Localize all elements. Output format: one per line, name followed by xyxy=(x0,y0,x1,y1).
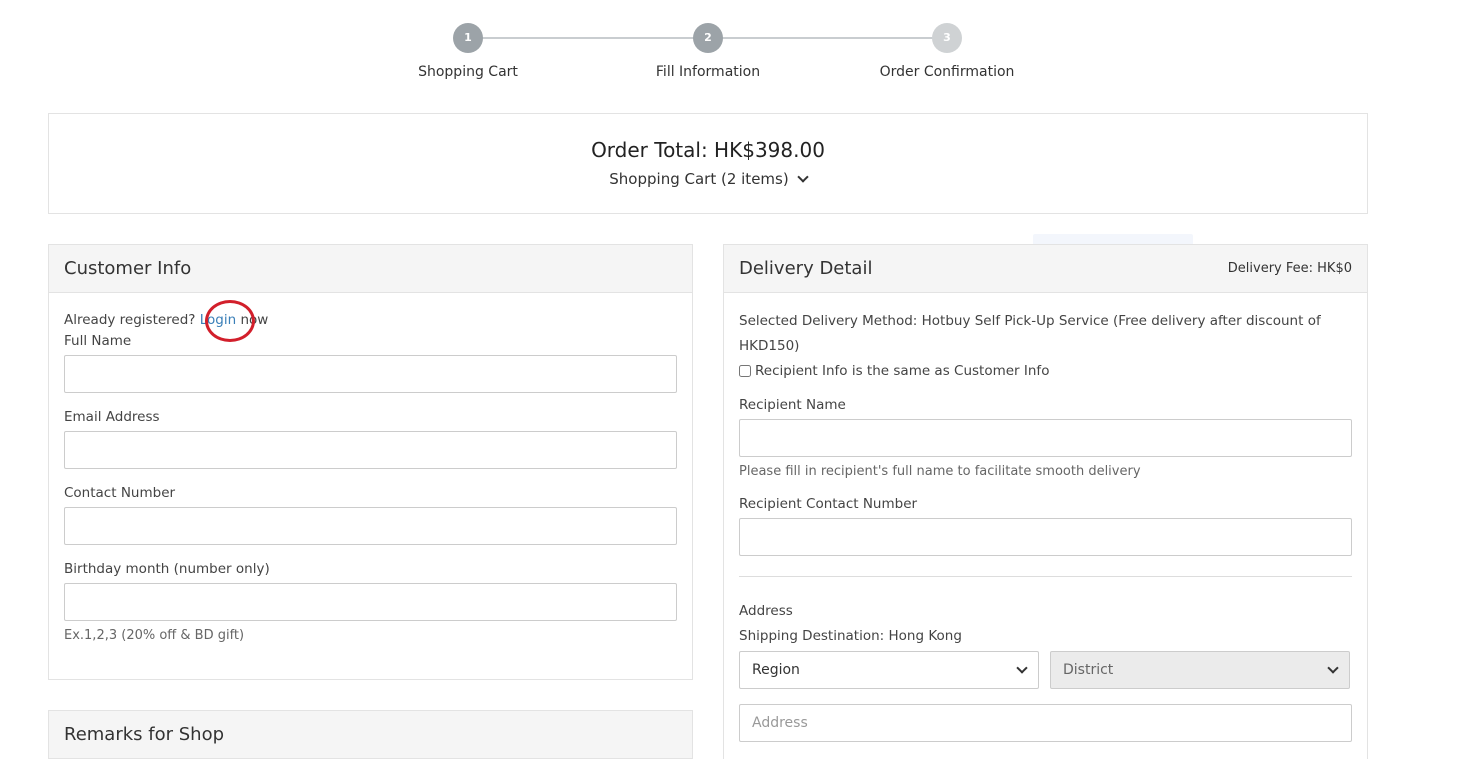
order-total: Order Total: HK$398.00 xyxy=(591,138,825,162)
same-as-customer-row: Recipient Info is the same as Customer I… xyxy=(739,359,1352,383)
birthday-hint: Ex.1,2,3 (20% off & BD gift) xyxy=(64,628,245,643)
contact-number-input[interactable] xyxy=(64,507,677,545)
step-2-label: Fill Information xyxy=(655,64,761,80)
address-input[interactable] xyxy=(739,704,1352,742)
birthday-month-label: Birthday month (number only) xyxy=(64,561,270,577)
remarks-header: Remarks for Shop xyxy=(49,711,692,759)
remarks-panel: Remarks for Shop xyxy=(48,710,693,759)
remarks-title: Remarks for Shop xyxy=(64,724,225,745)
delivery-detail-title: Delivery Detail xyxy=(739,258,873,279)
customer-info-header: Customer Info xyxy=(49,245,692,293)
region-district-row: Region District xyxy=(739,651,1352,689)
step-connector xyxy=(708,37,948,39)
recipient-contact-input[interactable] xyxy=(739,518,1352,556)
step-1-circle: 1 xyxy=(453,23,483,53)
login-link[interactable]: Login xyxy=(200,312,236,328)
same-as-customer-checkbox[interactable] xyxy=(739,365,751,377)
region-select[interactable]: Region xyxy=(739,651,1039,689)
section-divider xyxy=(739,576,1352,577)
step-3-label: Order Confirmation xyxy=(879,64,1015,80)
region-select-value: Region xyxy=(752,662,800,678)
delivery-detail-header: Delivery Detail Delivery Fee: HK$0 xyxy=(724,245,1367,293)
shopping-cart-toggle[interactable]: Shopping Cart (2 items) xyxy=(609,170,809,188)
full-name-label: Full Name xyxy=(64,333,132,349)
delivery-method: Selected Delivery Method: Hotbuy Self Pi… xyxy=(739,313,1321,354)
address-label: Address xyxy=(739,603,793,619)
step-2-circle: 2 xyxy=(693,23,723,53)
already-registered-text: Already registered? xyxy=(64,312,200,328)
email-label: Email Address xyxy=(64,409,160,425)
delivery-detail-panel: Delivery Detail Delivery Fee: HK$0 Selec… xyxy=(723,244,1368,759)
login-prompt: Already registered? Login now xyxy=(64,300,677,342)
order-summary: Order Total: HK$398.00 Shopping Cart (2 … xyxy=(48,113,1368,214)
chevron-down-icon xyxy=(1327,661,1339,674)
contact-number-label: Contact Number xyxy=(64,485,176,501)
checkout-stepper: 1 Shopping Cart 2 Fill Information 3 Ord… xyxy=(0,0,1462,100)
same-as-customer-label: Recipient Info is the same as Customer I… xyxy=(755,363,1050,379)
step-connector xyxy=(468,37,708,39)
step-1-label: Shopping Cart xyxy=(418,64,518,80)
recipient-name-input[interactable] xyxy=(739,419,1352,457)
shopping-cart-toggle-label: Shopping Cart (2 items) xyxy=(609,170,789,188)
now-text: now xyxy=(236,312,269,328)
district-select-value: District xyxy=(1063,662,1114,678)
recipient-contact-label: Recipient Contact Number xyxy=(739,496,918,512)
delivery-fee: Delivery Fee: HK$0 xyxy=(1227,261,1352,276)
customer-info-title: Customer Info xyxy=(64,258,192,279)
shipping-destination: Shipping Destination: Hong Kong xyxy=(739,628,962,644)
step-3-circle: 3 xyxy=(932,23,962,53)
chevron-down-icon xyxy=(797,170,809,183)
full-name-input[interactable] xyxy=(64,355,677,393)
customer-info-panel: Customer Info Already registered? Login … xyxy=(48,244,693,680)
district-select[interactable]: District xyxy=(1050,651,1350,689)
recipient-name-hint: Please fill in recipient's full name to … xyxy=(739,464,1141,479)
birthday-month-input[interactable] xyxy=(64,583,677,621)
email-input[interactable] xyxy=(64,431,677,469)
recipient-name-label: Recipient Name xyxy=(739,397,846,413)
chevron-down-icon xyxy=(1016,661,1028,674)
